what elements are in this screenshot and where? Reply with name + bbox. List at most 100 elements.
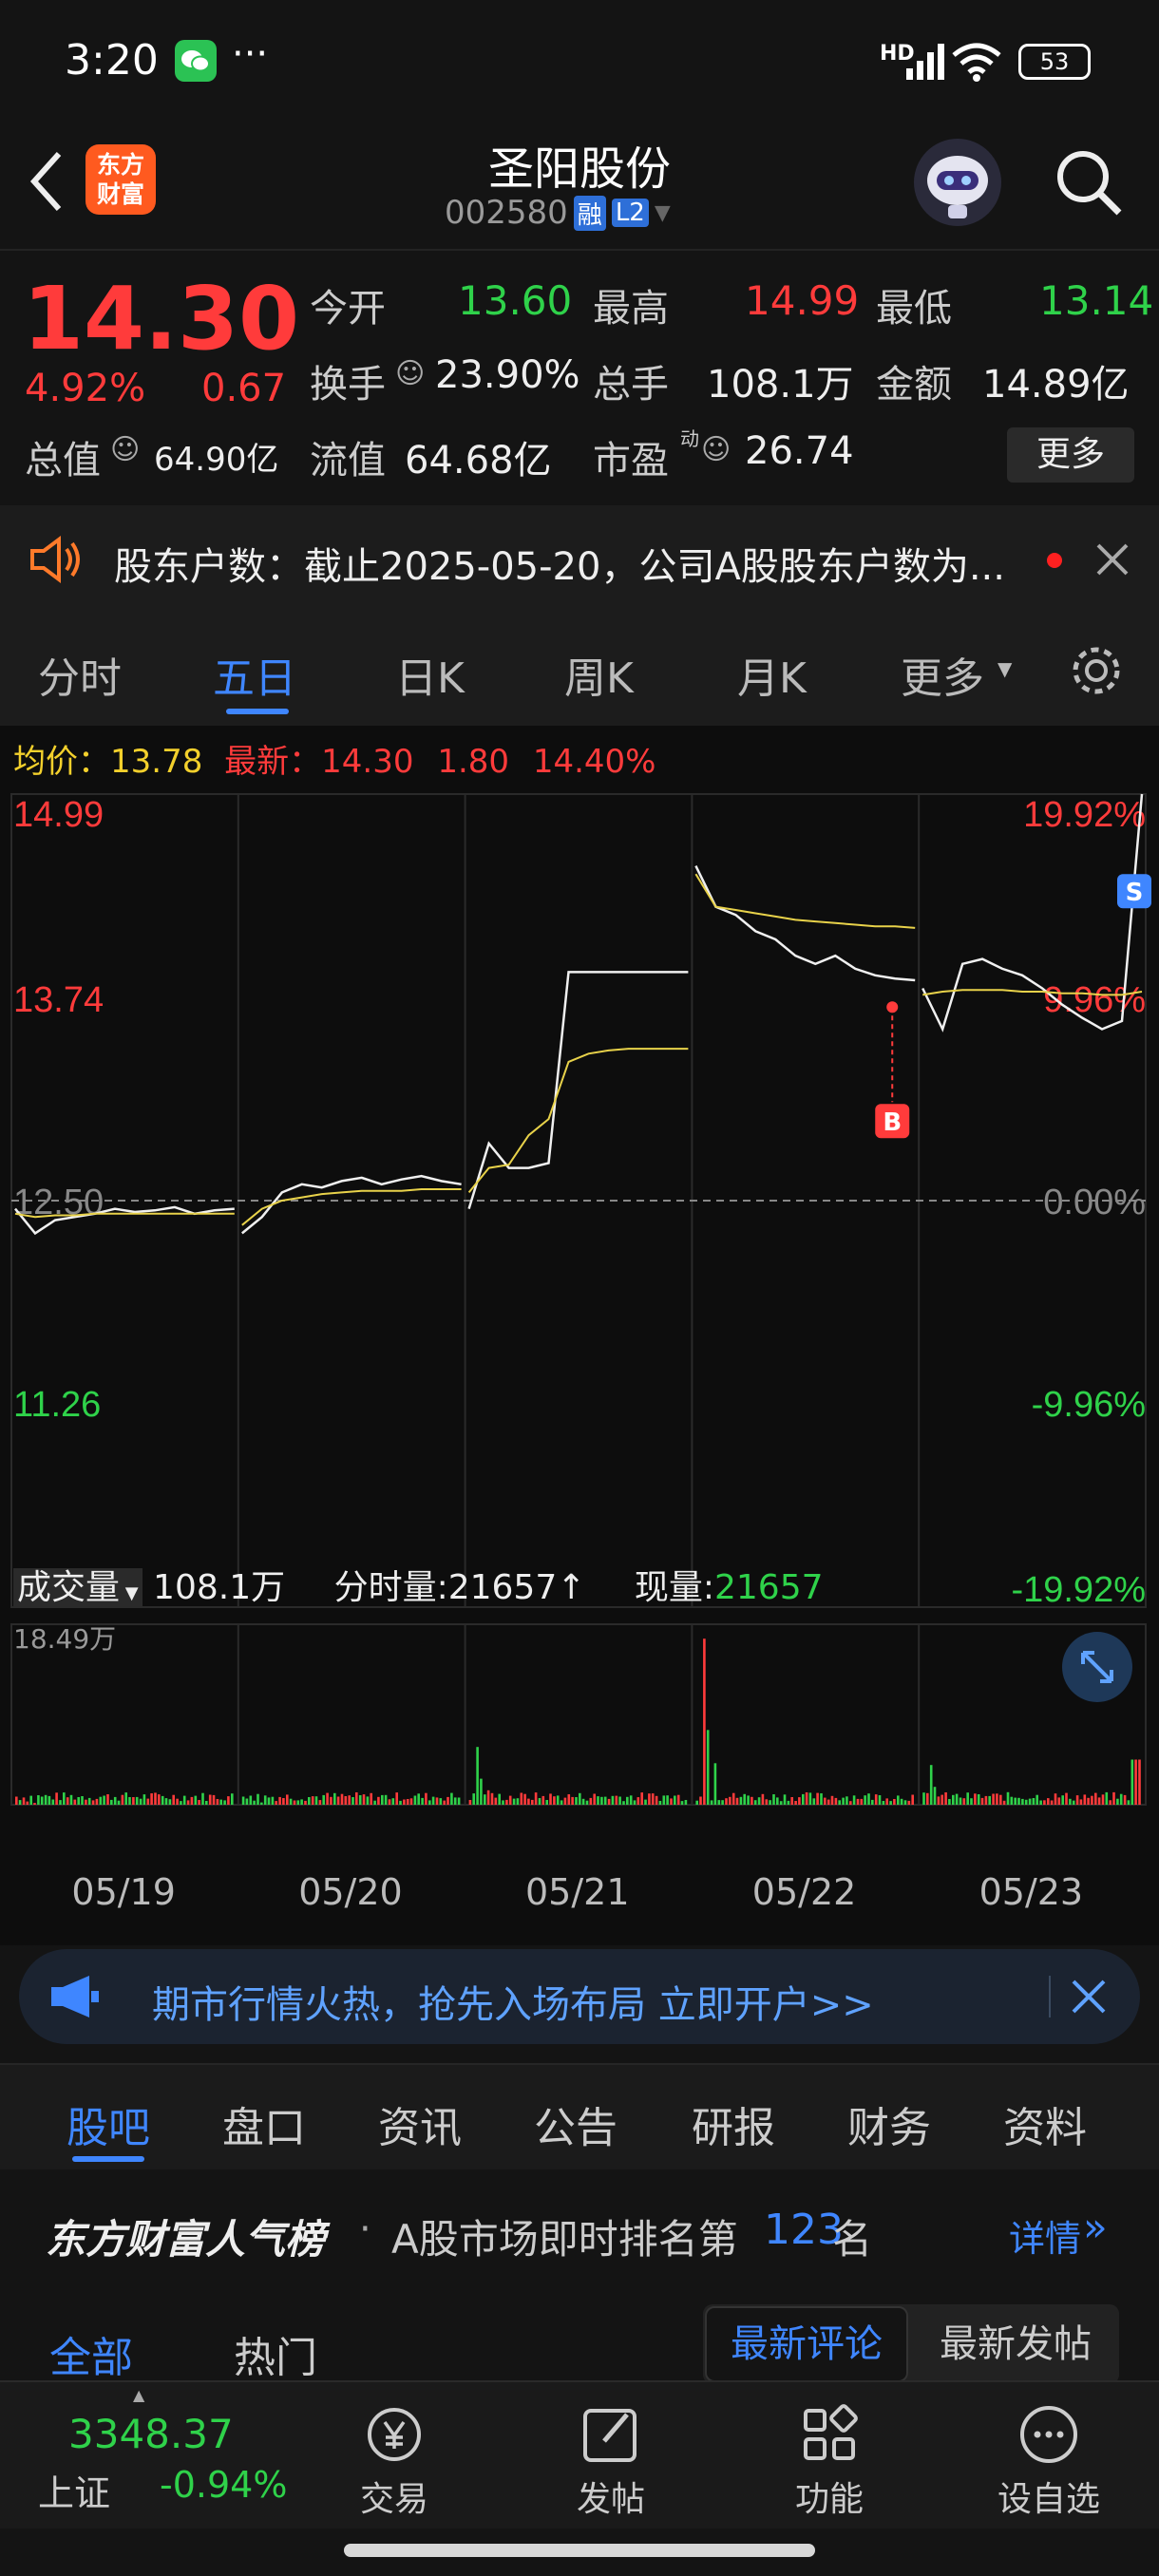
volume-bar [597, 1796, 599, 1805]
volume-bar [761, 1793, 765, 1805]
notice-bar[interactable]: 股东户数：截止2025-05-20，公司A股股东户数为... [0, 505, 1159, 612]
battery-level: 53 [1039, 48, 1070, 75]
bottom-bar: ▲ 3348.37 上证 -0.94% 交易 发帖 功能 设自选 [0, 2380, 1159, 2529]
volume-bar [1039, 1800, 1042, 1805]
volume-bar [256, 1793, 259, 1805]
function-button[interactable]: 功能 [787, 2401, 872, 2525]
volume-bar [1050, 1800, 1054, 1805]
tab-weekly-k[interactable]: 周K [564, 644, 634, 705]
tab-more[interactable]: 更多 [901, 644, 984, 705]
x-tick-label: 05/22 [751, 1871, 857, 1913]
index-value[interactable]: 3348.37 [68, 2411, 234, 2457]
volume-bar [490, 1792, 494, 1805]
tab-research[interactable]: 研报 [692, 2093, 775, 2154]
volume-bar [834, 1797, 838, 1805]
volume-bar [658, 1801, 662, 1805]
volume-bar [618, 1796, 621, 1805]
filter-all[interactable]: 全部 [49, 2323, 133, 2384]
volume-bar [871, 1799, 874, 1805]
volume-bar [849, 1801, 852, 1805]
close-icon[interactable] [1092, 540, 1132, 579]
post-button[interactable]: 发帖 [568, 2401, 654, 2525]
y-tick-label: 13.74 [13, 980, 104, 1020]
tab-intraday[interactable]: 分时 [38, 644, 122, 705]
cur-vol-label: 现量: [634, 1568, 714, 1607]
volume-bar [512, 1798, 516, 1805]
info-icon[interactable]: ☺ [701, 433, 731, 466]
volume-bar [26, 1801, 29, 1805]
volume-bar [860, 1798, 864, 1805]
float-value: 64.68亿 [405, 439, 552, 483]
volume-bar [992, 1793, 995, 1805]
tab-finance[interactable]: 财务 [847, 2093, 931, 2154]
volume-bar [644, 1799, 647, 1805]
gear-icon[interactable] [1068, 642, 1125, 699]
volume-bar [1032, 1798, 1036, 1805]
yen-icon [368, 2408, 421, 2461]
volume-bar [201, 1792, 204, 1805]
stock-code-row[interactable]: 002580 融 L2 ▼ [445, 194, 671, 232]
volume-bar [168, 1799, 172, 1805]
x-tick-label: 05/23 [978, 1871, 1084, 1913]
volume-bar [842, 1797, 845, 1805]
volume-bar [567, 1794, 571, 1805]
tab-guba[interactable]: 股吧 [66, 2093, 150, 2154]
y-pct-label: 19.92% [1023, 795, 1146, 835]
sort-toggle: 最新评论 最新发帖 [703, 2304, 1119, 2384]
filter-hot[interactable]: 热门 [234, 2323, 317, 2384]
volume-bar [589, 1797, 593, 1805]
volume-bar [205, 1801, 208, 1805]
volume-selector[interactable]: 成交量 ▼ [13, 1568, 142, 1607]
watchlist-label: 设自选 [997, 2480, 1100, 2519]
more-button[interactable]: 更多 [1007, 427, 1134, 483]
volume-bar [336, 1796, 340, 1805]
volume-bar [695, 1800, 698, 1805]
volume-bar [867, 1793, 870, 1805]
sort-latest-post[interactable]: 最新发帖 [914, 2306, 1117, 2382]
close-icon[interactable] [1068, 1976, 1110, 2017]
volume-bar [579, 1792, 581, 1805]
volume-bar [581, 1798, 585, 1805]
tab-announcements[interactable]: 公告 [534, 2093, 618, 2154]
volume-bar [750, 1796, 753, 1805]
volume-bar [186, 1800, 190, 1805]
volume-bar [1054, 1793, 1057, 1805]
add-watchlist-button[interactable]: 设自选 [988, 2401, 1110, 2525]
tab-news[interactable]: 资讯 [378, 2093, 462, 2154]
five-day-chart[interactable]: 均价：13.78 最新：14.30 1.80 14.40% 14.99 19.92… [0, 726, 1159, 1945]
volume-bar [732, 1792, 735, 1805]
info-icon[interactable]: ☺ [110, 433, 140, 466]
chevron-down-icon: ▼ [998, 657, 1013, 680]
robot-assistant-icon[interactable] [914, 139, 1001, 226]
fullscreen-button[interactable] [1062, 1632, 1132, 1702]
sort-latest-comment[interactable]: 最新评论 [705, 2306, 908, 2382]
ad-banner[interactable]: 期市行情火热，抢先入场布局 立即开户>> [19, 1949, 1140, 2044]
volume-bar [948, 1799, 951, 1805]
volume-bar [534, 1792, 538, 1805]
rank-detail-link[interactable]: 详情 [1009, 2209, 1081, 2262]
volume-bar [933, 1787, 937, 1805]
tab-daily-k[interactable]: 日K [395, 644, 465, 705]
volume-bar [1065, 1792, 1068, 1805]
unread-dot [1047, 553, 1062, 568]
volume-bar [977, 1794, 980, 1805]
volume-bar [139, 1798, 142, 1805]
volume-bar [95, 1798, 99, 1805]
trade-button[interactable]: 交易 [352, 2401, 437, 2525]
volume-bar [648, 1793, 651, 1805]
tab-five-day[interactable]: 五日 [213, 644, 296, 705]
home-indicator[interactable] [344, 2544, 815, 2557]
volume-bar [158, 1794, 161, 1805]
info-icon[interactable]: ☺ [395, 357, 425, 390]
search-icon[interactable] [1053, 146, 1125, 218]
volume-bar [1072, 1800, 1075, 1805]
tab-pankou[interactable]: 盘口 [222, 2093, 306, 2154]
volume-bar [802, 1793, 805, 1805]
tab-profile[interactable]: 资料 [1003, 2093, 1087, 2154]
volume-bar [208, 1794, 212, 1805]
tab-monthly-k[interactable]: 月K [737, 644, 807, 705]
chevron-up-icon[interactable]: ▲ [133, 2386, 144, 2404]
volume-bar [937, 1796, 940, 1805]
last-value: 14.30 [321, 743, 414, 781]
more-circle-icon [1020, 2406, 1077, 2463]
